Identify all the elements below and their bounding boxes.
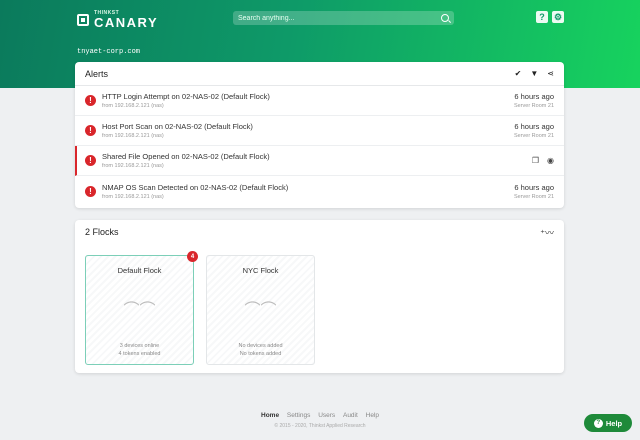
tenant-domain: tnyaet-corp.com <box>77 48 141 56</box>
alert-device: Server Room 21 <box>513 103 554 109</box>
search-icon[interactable] <box>441 14 449 22</box>
eye-icon[interactable]: ◉ <box>547 156 554 165</box>
logo-big-text: CANARY <box>94 15 159 30</box>
alert-source: from 192.168.2.121 (nas) <box>102 103 164 109</box>
bird-icon: ⌒⌒ <box>123 302 156 319</box>
help-icon[interactable]: ? <box>536 11 548 23</box>
alert-row-selected[interactable]: ! Shared File Opened on 02-NAS-02 (Defau… <box>75 146 564 176</box>
flock-tile-default[interactable]: 4 Default Flock ⌒⌒ 3 devices online 4 to… <box>85 251 198 365</box>
flock-name: NYC Flock <box>242 266 279 275</box>
footer-link-help[interactable]: Help <box>366 412 379 419</box>
alert-title: HTTP Login Attempt on 02-NAS-02 (Default… <box>102 92 270 101</box>
filter-icon[interactable]: ▼ <box>530 69 538 78</box>
alert-title: Shared File Opened on 02-NAS-02 (Default… <box>102 152 270 161</box>
flock-tokens: 4 tokens enabled <box>118 351 161 357</box>
flocks-title: 2 Flocks <box>85 227 119 237</box>
alert-source: from 192.168.2.121 (nas) <box>102 133 164 139</box>
alert-time: 6 hours ago <box>514 182 554 192</box>
gear-icon[interactable]: ⚙ <box>552 11 564 23</box>
footer-link-users[interactable]: Users <box>318 412 335 419</box>
flocks-header: 2 Flocks ⁺〰 <box>75 220 564 244</box>
search-bar[interactable] <box>233 11 454 25</box>
logo-mark-icon <box>77 14 89 26</box>
alert-title: NMAP OS Scan Detected on 02-NAS-02 (Defa… <box>102 182 289 192</box>
alert-icon: ! <box>85 125 96 136</box>
flock-devices: No devices added <box>238 343 283 349</box>
help-label: Help <box>605 418 623 428</box>
canary-logo[interactable]: THINKST CANARY <box>77 11 158 29</box>
help-button[interactable]: ? Help <box>584 414 632 432</box>
flock-devices: 3 devices online <box>119 343 160 349</box>
bird-icon: ⌒⌒ <box>244 302 277 319</box>
alert-source: from 192.168.2.121 (nas) <box>102 193 164 200</box>
alert-row[interactable]: ! Host Port Scan on 02-NAS-02 (Default F… <box>75 116 564 146</box>
alert-device: Server Room 21 <box>513 193 554 200</box>
copyright: © 2015 - 2020, Thinkst Applied Research <box>274 423 366 429</box>
alert-row[interactable]: ! HTTP Login Attempt on 02-NAS-02 (Defau… <box>75 86 564 116</box>
copy-icon[interactable]: ❐ <box>532 156 539 165</box>
acknowledge-all-icon[interactable]: ✔ <box>515 69 522 78</box>
search-input[interactable] <box>238 14 441 22</box>
flock-name: Default Flock <box>117 266 162 275</box>
alert-source: from 192.168.2.121 (nas) <box>102 163 164 169</box>
alert-time: 6 hours ago <box>514 92 554 101</box>
alert-icon: ! <box>85 185 96 197</box>
footer-link-audit[interactable]: Audit <box>343 412 358 419</box>
flocks-card: 2 Flocks ⁺〰 4 Default Flock ⌒⌒ 3 devices… <box>75 220 564 373</box>
add-flock-icon[interactable]: ⁺〰 <box>540 226 554 239</box>
question-icon: ? <box>593 418 603 428</box>
alert-title: Host Port Scan on 02-NAS-02 (Default Flo… <box>102 122 253 131</box>
flock-tile-nyc[interactable]: NYC Flock ⌒⌒ No devices added No tokens … <box>206 255 315 365</box>
alerts-title: Alerts <box>85 68 109 79</box>
footer-link-settings[interactable]: Settings <box>287 412 311 419</box>
flock-alert-badge: 4 <box>187 251 198 262</box>
alert-time: 6 hours ago <box>514 122 554 131</box>
alerts-card: Alerts ✔ ▼ ⋖ ! HTTP Login Attempt on 02-… <box>75 62 564 208</box>
footer-nav: Home Settings Users Audit Help <box>0 412 640 419</box>
footer-link-home[interactable]: Home <box>261 412 279 419</box>
alerts-header: Alerts ✔ ▼ ⋖ <box>75 62 564 86</box>
share-icon[interactable]: ⋖ <box>547 69 554 78</box>
flock-tokens: No tokens added <box>239 351 282 357</box>
alert-row[interactable]: ! NMAP OS Scan Detected on 02-NAS-02 (De… <box>75 176 564 206</box>
alert-icon: ! <box>85 95 96 106</box>
alert-icon: ! <box>85 155 96 166</box>
alert-device: Server Room 21 <box>513 133 554 139</box>
